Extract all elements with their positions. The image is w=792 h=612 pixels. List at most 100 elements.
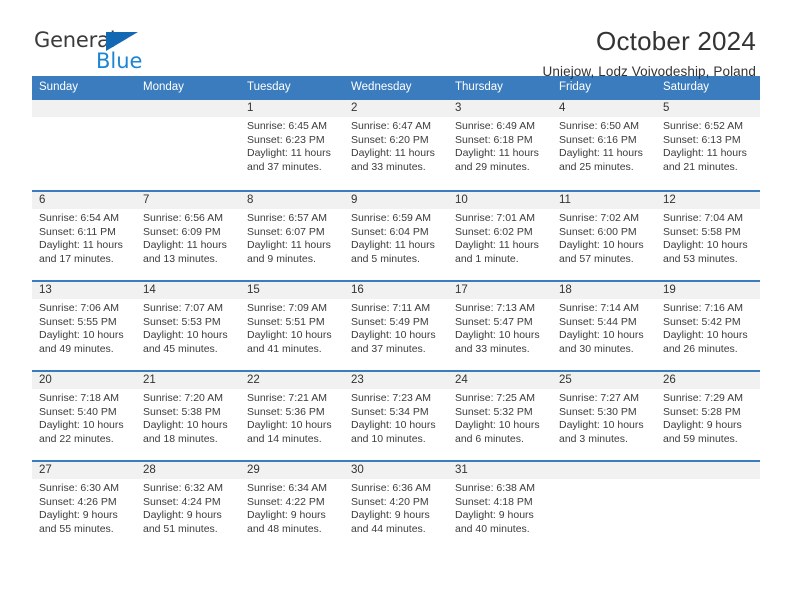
day-details: Sunrise: 7:11 AM Sunset: 5:49 PM Dayligh… [344, 299, 448, 356]
day-cell[interactable]: 9 Sunrise: 6:59 AM Sunset: 6:04 PM Dayli… [344, 192, 448, 280]
day-cell[interactable]: 11 Sunrise: 7:02 AM Sunset: 6:00 PM Dayl… [552, 192, 656, 280]
day-number: 31 [448, 462, 552, 479]
day-details: Sunrise: 6:59 AM Sunset: 6:04 PM Dayligh… [344, 209, 448, 266]
day-cell[interactable]: 31 Sunrise: 6:38 AM Sunset: 4:18 PM Dayl… [448, 462, 552, 550]
day-cell[interactable]: 12 Sunrise: 7:04 AM Sunset: 5:58 PM Dayl… [656, 192, 760, 280]
day-number: 10 [448, 192, 552, 209]
day-cell[interactable]: 14 Sunrise: 7:07 AM Sunset: 5:53 PM Dayl… [136, 282, 240, 370]
day-cell[interactable]: 20 Sunrise: 7:18 AM Sunset: 5:40 PM Dayl… [32, 372, 136, 460]
day-cell[interactable]: 8 Sunrise: 6:57 AM Sunset: 6:07 PM Dayli… [240, 192, 344, 280]
daylight-text-line2: and 22 minutes. [39, 432, 114, 445]
day-details [552, 479, 656, 482]
daylight-text-line2: and 25 minutes. [559, 160, 634, 173]
day-number: 17 [448, 282, 552, 299]
day-cell[interactable]: 16 Sunrise: 7:11 AM Sunset: 5:49 PM Dayl… [344, 282, 448, 370]
sunrise-text: Sunrise: 7:21 AM [247, 392, 327, 404]
sunrise-text: Sunrise: 7:18 AM [39, 392, 119, 404]
day-cell[interactable]: 26 Sunrise: 7:29 AM Sunset: 5:28 PM Dayl… [656, 372, 760, 460]
daylight-text-line2: and 3 minutes. [559, 432, 628, 445]
sunset-text: Sunset: 5:40 PM [39, 405, 117, 418]
sunrise-text: Sunrise: 6:54 AM [39, 212, 119, 224]
day-cell[interactable]: 24 Sunrise: 7:25 AM Sunset: 5:32 PM Dayl… [448, 372, 552, 460]
day-cell[interactable]: 17 Sunrise: 7:13 AM Sunset: 5:47 PM Dayl… [448, 282, 552, 370]
day-cell[interactable]: 18 Sunrise: 7:14 AM Sunset: 5:44 PM Dayl… [552, 282, 656, 370]
sunset-text: Sunset: 5:28 PM [663, 405, 741, 418]
day-details: Sunrise: 6:54 AM Sunset: 6:11 PM Dayligh… [32, 209, 136, 266]
day-cell[interactable]: 25 Sunrise: 7:27 AM Sunset: 5:30 PM Dayl… [552, 372, 656, 460]
week-row: 1 Sunrise: 6:45 AM Sunset: 6:23 PM Dayli… [32, 100, 760, 190]
sunset-text: Sunset: 4:20 PM [351, 495, 429, 508]
day-cell[interactable]: 15 Sunrise: 7:09 AM Sunset: 5:51 PM Dayl… [240, 282, 344, 370]
day-details: Sunrise: 7:01 AM Sunset: 6:02 PM Dayligh… [448, 209, 552, 266]
day-number: 25 [552, 372, 656, 389]
day-number: 4 [552, 100, 656, 117]
day-cell[interactable]: 13 Sunrise: 7:06 AM Sunset: 5:55 PM Dayl… [32, 282, 136, 370]
daylight-text-line2: and 1 minute. [455, 252, 519, 265]
day-number: 5 [656, 100, 760, 117]
day-cell[interactable]: 7 Sunrise: 6:56 AM Sunset: 6:09 PM Dayli… [136, 192, 240, 280]
sunrise-text: Sunrise: 7:29 AM [663, 392, 743, 404]
daylight-text-line2: and 6 minutes. [455, 432, 524, 445]
daylight-text-line1: Daylight: 10 hours [455, 329, 540, 342]
sunset-text: Sunset: 5:38 PM [143, 405, 221, 418]
day-number: 18 [552, 282, 656, 299]
daylight-text-line1: Daylight: 10 hours [559, 329, 644, 342]
day-details: Sunrise: 7:21 AM Sunset: 5:36 PM Dayligh… [240, 389, 344, 446]
day-number: 27 [32, 462, 136, 479]
daylight-text-line1: Daylight: 10 hours [143, 329, 228, 342]
daylight-text-line1: Daylight: 11 hours [247, 239, 331, 252]
general-blue-logo[interactable]: General Blue [34, 30, 154, 78]
day-cell[interactable]: 27 Sunrise: 6:30 AM Sunset: 4:26 PM Dayl… [32, 462, 136, 550]
sunset-text: Sunset: 5:30 PM [559, 405, 637, 418]
daylight-text-line1: Daylight: 9 hours [143, 509, 222, 522]
daylight-text-line2: and 44 minutes. [351, 522, 426, 535]
sunset-text: Sunset: 6:04 PM [351, 225, 429, 238]
day-cell[interactable]: 23 Sunrise: 7:23 AM Sunset: 5:34 PM Dayl… [344, 372, 448, 460]
daylight-text-line1: Daylight: 10 hours [663, 239, 748, 252]
day-cell[interactable]: 3 Sunrise: 6:49 AM Sunset: 6:18 PM Dayli… [448, 100, 552, 190]
sunset-text: Sunset: 6:18 PM [455, 133, 533, 146]
sunrise-text: Sunrise: 6:32 AM [143, 482, 223, 494]
calendar-page: General Blue October 2024 Uniejow, Lodz … [0, 0, 792, 612]
sunset-text: Sunset: 6:23 PM [247, 133, 325, 146]
day-details: Sunrise: 7:04 AM Sunset: 5:58 PM Dayligh… [656, 209, 760, 266]
daylight-text-line2: and 45 minutes. [143, 342, 218, 355]
day-cell[interactable]: 29 Sunrise: 6:34 AM Sunset: 4:22 PM Dayl… [240, 462, 344, 550]
day-details: Sunrise: 7:23 AM Sunset: 5:34 PM Dayligh… [344, 389, 448, 446]
day-cell[interactable]: 21 Sunrise: 7:20 AM Sunset: 5:38 PM Dayl… [136, 372, 240, 460]
day-number: 3 [448, 100, 552, 117]
sunset-text: Sunset: 5:42 PM [663, 315, 741, 328]
day-number: 24 [448, 372, 552, 389]
day-cell[interactable]: 10 Sunrise: 7:01 AM Sunset: 6:02 PM Dayl… [448, 192, 552, 280]
day-number: 20 [32, 372, 136, 389]
day-cell[interactable]: 28 Sunrise: 6:32 AM Sunset: 4:24 PM Dayl… [136, 462, 240, 550]
sunset-text: Sunset: 4:18 PM [455, 495, 533, 508]
daylight-text-line1: Daylight: 10 hours [39, 329, 124, 342]
day-cell[interactable]: 22 Sunrise: 7:21 AM Sunset: 5:36 PM Dayl… [240, 372, 344, 460]
day-cell [136, 100, 240, 190]
sunset-text: Sunset: 4:24 PM [143, 495, 221, 508]
sunset-text: Sunset: 4:26 PM [39, 495, 117, 508]
sunset-text: Sunset: 5:32 PM [455, 405, 533, 418]
daylight-text-line1: Daylight: 11 hours [39, 239, 123, 252]
day-cell[interactable]: 1 Sunrise: 6:45 AM Sunset: 6:23 PM Dayli… [240, 100, 344, 190]
day-cell[interactable]: 2 Sunrise: 6:47 AM Sunset: 6:20 PM Dayli… [344, 100, 448, 190]
day-details: Sunrise: 7:06 AM Sunset: 5:55 PM Dayligh… [32, 299, 136, 356]
day-cell[interactable]: 4 Sunrise: 6:50 AM Sunset: 6:16 PM Dayli… [552, 100, 656, 190]
day-cell[interactable]: 30 Sunrise: 6:36 AM Sunset: 4:20 PM Dayl… [344, 462, 448, 550]
day-cell[interactable]: 19 Sunrise: 7:16 AM Sunset: 5:42 PM Dayl… [656, 282, 760, 370]
day-number: 26 [656, 372, 760, 389]
day-cell[interactable]: 6 Sunrise: 6:54 AM Sunset: 6:11 PM Dayli… [32, 192, 136, 280]
sunset-text: Sunset: 6:11 PM [39, 225, 116, 238]
sunrise-text: Sunrise: 7:04 AM [663, 212, 743, 224]
page-header: General Blue October 2024 Uniejow, Lodz … [32, 0, 760, 79]
sunrise-text: Sunrise: 7:27 AM [559, 392, 639, 404]
sunrise-text: Sunrise: 7:07 AM [143, 302, 223, 314]
daylight-text-line1: Daylight: 10 hours [455, 419, 540, 432]
daylight-text-line2: and 41 minutes. [247, 342, 322, 355]
daylight-text-line1: Daylight: 11 hours [559, 147, 643, 160]
day-cell[interactable]: 5 Sunrise: 6:52 AM Sunset: 6:13 PM Dayli… [656, 100, 760, 190]
sunrise-text: Sunrise: 6:36 AM [351, 482, 431, 494]
daylight-text-line1: Daylight: 9 hours [351, 509, 430, 522]
day-number [136, 100, 240, 117]
